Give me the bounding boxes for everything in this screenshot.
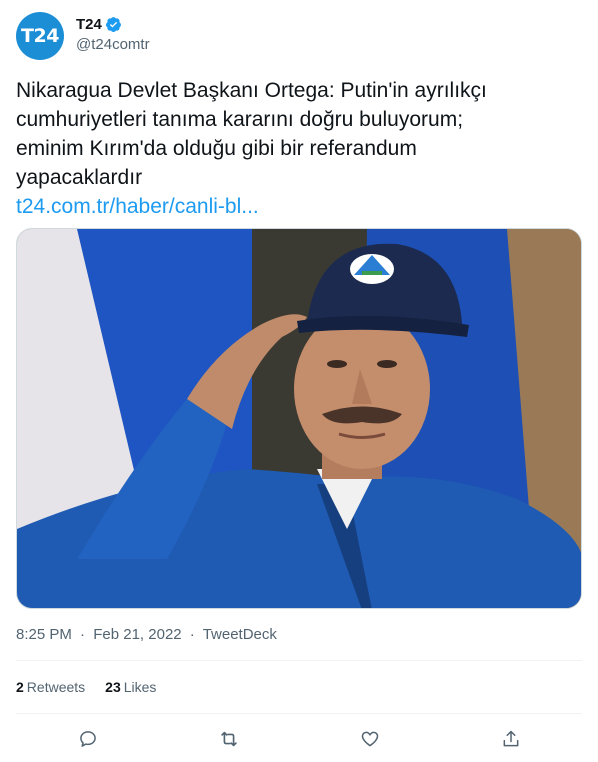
tweet-meta: 8:25 PM · Feb 21, 2022 · TweetDeck — [16, 626, 277, 643]
share-button[interactable] — [498, 726, 524, 752]
tweet-source[interactable]: TweetDeck — [203, 626, 277, 643]
tweet-text-line: Nikaragua Devlet Başkanı Ortega: Putin'i… — [16, 79, 487, 102]
retweet-icon — [221, 731, 237, 747]
avatar[interactable]: T24 — [16, 12, 64, 60]
reply-icon — [80, 731, 96, 747]
display-name[interactable]: T24 — [76, 16, 102, 33]
photo-illustration — [17, 229, 581, 608]
tweet-text: Nikaragua Devlet Başkanı Ortega: Putin'i… — [16, 76, 582, 221]
verified-badge-icon — [105, 17, 121, 33]
divider — [16, 713, 582, 714]
likes-label: Likes — [123, 679, 157, 695]
retweets-count: 2 — [16, 679, 24, 695]
tweet-time[interactable]: 8:25 PM — [16, 626, 72, 643]
tweet-text-line: eminim Kırım'da olduğu gibi bir referand… — [16, 137, 417, 160]
tweet-text-line: yapacaklardır — [16, 166, 143, 189]
tweet-header: T24 T24 @t24comtr — [16, 12, 582, 62]
tweet-text-line: cumhuriyetleri tanıma kararını doğru bul… — [16, 108, 464, 131]
tweet-actions — [0, 726, 598, 752]
retweets-stat[interactable]: 2 Retweets — [16, 679, 85, 695]
likes-stat[interactable]: 23 Likes — [105, 679, 156, 695]
likes-count: 23 — [105, 679, 121, 695]
avatar-text: T24 — [21, 25, 59, 47]
tweet-link[interactable]: t24.com.tr/haber/canli-bl... — [16, 192, 582, 221]
tweet-photo[interactable] — [16, 228, 582, 609]
meta-separator: · — [189, 626, 195, 643]
tweet-date[interactable]: Feb 21, 2022 — [93, 626, 181, 643]
handle[interactable]: @t24comtr — [76, 36, 150, 53]
reply-button[interactable] — [75, 726, 101, 752]
display-name-row: T24 — [76, 14, 150, 35]
like-button[interactable] — [357, 726, 383, 752]
divider — [16, 660, 582, 661]
meta-separator: · — [80, 626, 86, 643]
heart-icon — [361, 731, 379, 747]
retweet-button[interactable] — [216, 726, 242, 752]
share-icon — [503, 730, 519, 747]
tweet-stats: 2 Retweets 23 Likes — [16, 679, 156, 695]
author-names: T24 @t24comtr — [76, 14, 150, 53]
retweets-label: Retweets — [26, 679, 86, 695]
